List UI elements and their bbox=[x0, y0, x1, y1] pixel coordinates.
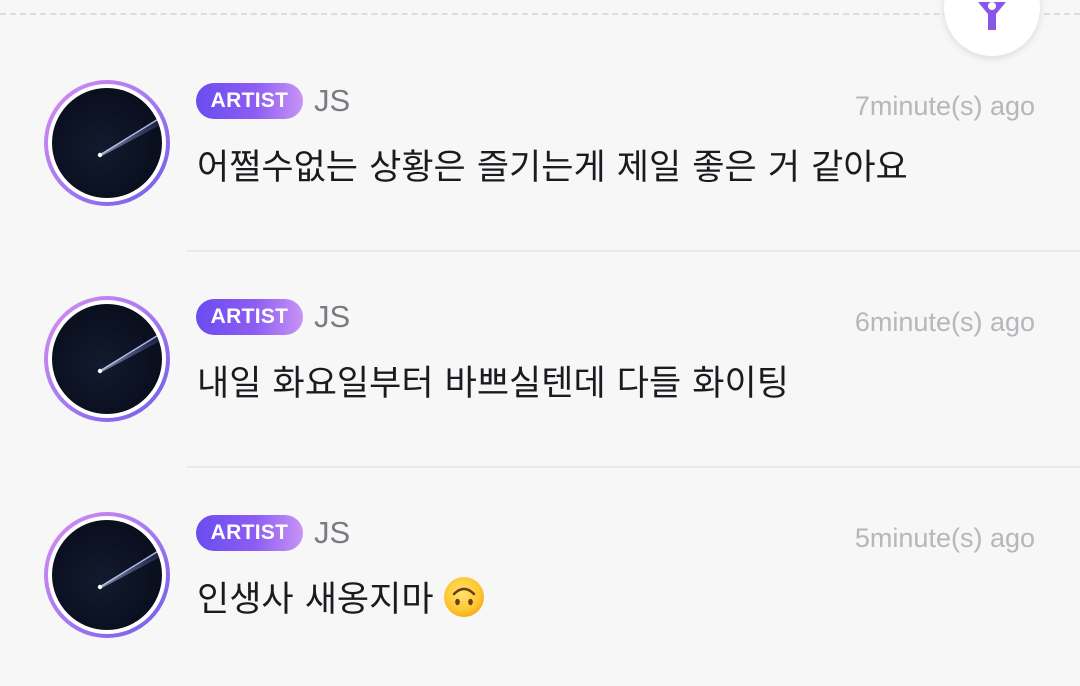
timestamp: 5minute(s) ago bbox=[854, 523, 1035, 553]
comment-text: 인생사 새옹지마 bbox=[197, 580, 434, 620]
timestamp: 7minute(s) ago bbox=[854, 91, 1035, 121]
comment-text: 내일 화요일부터 바쁘실텐데 다들 화이팅 bbox=[197, 364, 789, 404]
artist-badge: ARTIST bbox=[196, 515, 303, 551]
comment-item[interactable]: ARTIST JS 6minute(s) ago 내일 화요일부터 바쁘실텐데 … bbox=[0, 216, 1080, 468]
artist-badge: ARTIST bbox=[196, 83, 303, 119]
comment-text-row: 인생사 새옹지마 bbox=[197, 574, 486, 626]
avatar-image bbox=[52, 304, 162, 414]
avatar[interactable] bbox=[44, 80, 170, 206]
avatar-image bbox=[52, 520, 162, 630]
avatar[interactable] bbox=[44, 296, 170, 422]
comment-text: 어쩔수없는 상황은 즐기는게 제일 좋은 거 같아요 bbox=[197, 148, 908, 188]
author-name[interactable]: JS bbox=[314, 512, 350, 554]
avatar[interactable] bbox=[44, 512, 170, 638]
timestamp: 6minute(s) ago bbox=[854, 307, 1035, 337]
upside-down-face-icon bbox=[443, 577, 484, 617]
avatar-image bbox=[52, 88, 162, 198]
author-name[interactable]: JS bbox=[314, 80, 350, 122]
artist-badge: ARTIST bbox=[196, 299, 303, 335]
comment-item[interactable]: ARTIST JS 7minute(s) ago 어쩔수없는 상황은 즐기는게 … bbox=[0, 0, 1080, 252]
comment-item[interactable]: ARTIST JS 5minute(s) ago 인생사 새옹지마 bbox=[0, 432, 1080, 648]
author-name[interactable]: JS bbox=[314, 296, 350, 338]
